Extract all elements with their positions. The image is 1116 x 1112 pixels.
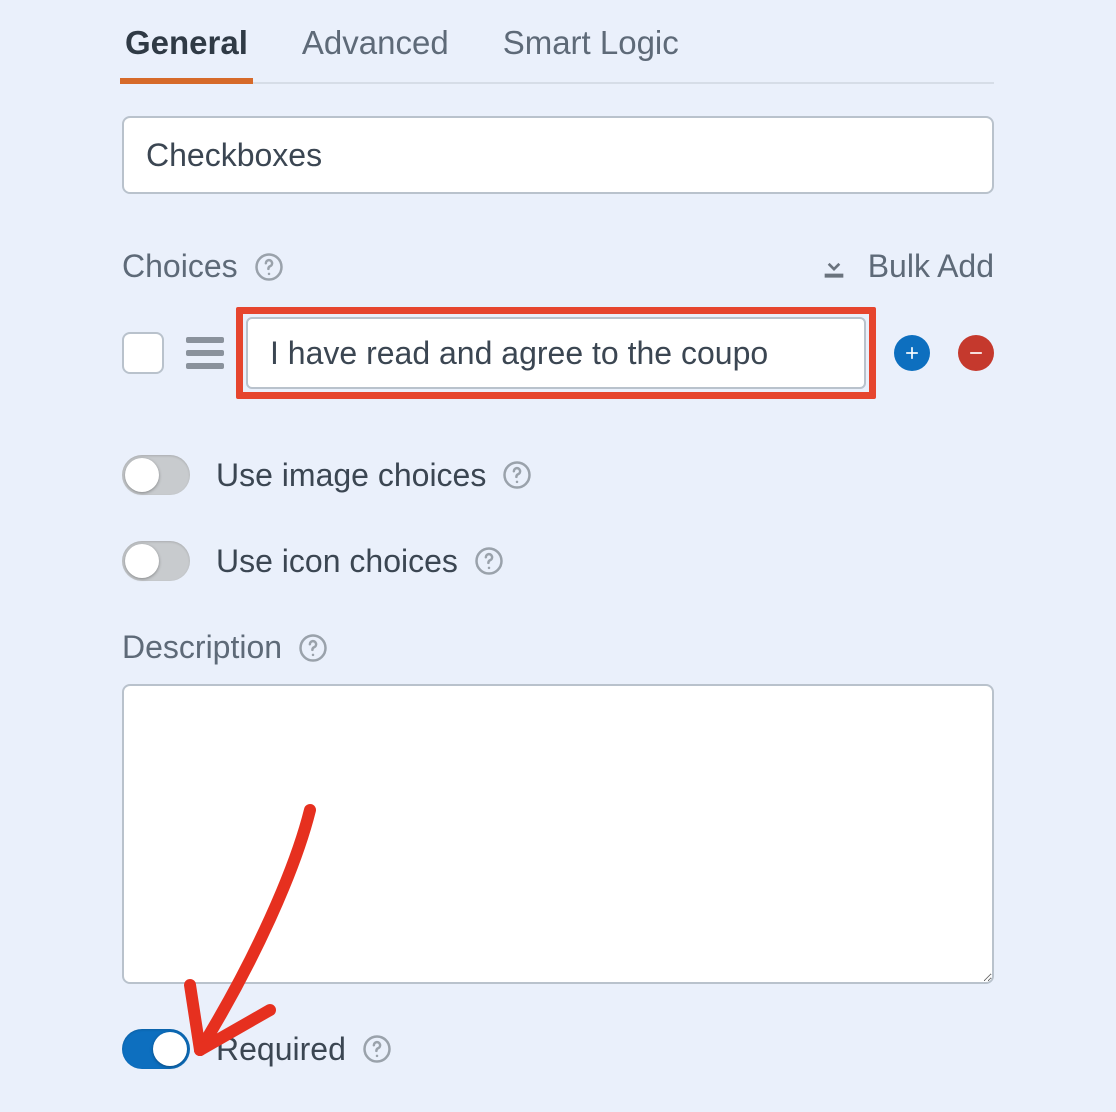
description-label: Description — [122, 629, 282, 666]
tab-smart-logic[interactable]: Smart Logic — [500, 14, 682, 82]
drag-handle-icon[interactable] — [184, 335, 226, 371]
use-icon-choices-label: Use icon choices — [216, 543, 458, 580]
description-label-row: Description — [122, 629, 994, 666]
use-icon-choices-toggle[interactable] — [122, 541, 190, 581]
help-icon[interactable] — [362, 1034, 392, 1064]
choices-header: Choices Bulk Add — [122, 248, 994, 285]
remove-choice-button[interactable] — [958, 335, 994, 371]
choice-value-input[interactable] — [246, 317, 866, 389]
field-label-input[interactable] — [122, 116, 994, 194]
use-image-choices-row: Use image choices — [122, 455, 994, 495]
choice-input-wrap — [246, 317, 866, 389]
add-choice-button[interactable] — [894, 335, 930, 371]
choices-label: Choices — [122, 248, 284, 285]
description-textarea[interactable] — [122, 684, 994, 984]
use-image-choices-label: Use image choices — [216, 457, 486, 494]
download-icon — [818, 251, 850, 283]
choice-default-checkbox[interactable] — [122, 332, 164, 374]
required-row: Required — [122, 1029, 994, 1069]
bulk-add-label: Bulk Add — [868, 248, 994, 285]
help-icon[interactable] — [298, 633, 328, 663]
field-settings-panel: General Advanced Smart Logic Choices — [0, 0, 1116, 1112]
help-icon[interactable] — [474, 546, 504, 576]
choice-row — [122, 317, 994, 389]
description-area — [122, 684, 994, 989]
help-icon[interactable] — [502, 460, 532, 490]
required-toggle[interactable] — [122, 1029, 190, 1069]
tab-general[interactable]: General — [122, 14, 251, 82]
tab-advanced[interactable]: Advanced — [299, 14, 452, 82]
bulk-add-link[interactable]: Bulk Add — [818, 248, 994, 285]
use-image-choices-toggle[interactable] — [122, 455, 190, 495]
tabs: General Advanced Smart Logic — [122, 0, 994, 84]
field-label-row — [122, 116, 994, 194]
choices-label-text: Choices — [122, 248, 238, 285]
use-icon-choices-row: Use icon choices — [122, 541, 994, 581]
help-icon[interactable] — [254, 252, 284, 282]
required-label: Required — [216, 1031, 346, 1068]
